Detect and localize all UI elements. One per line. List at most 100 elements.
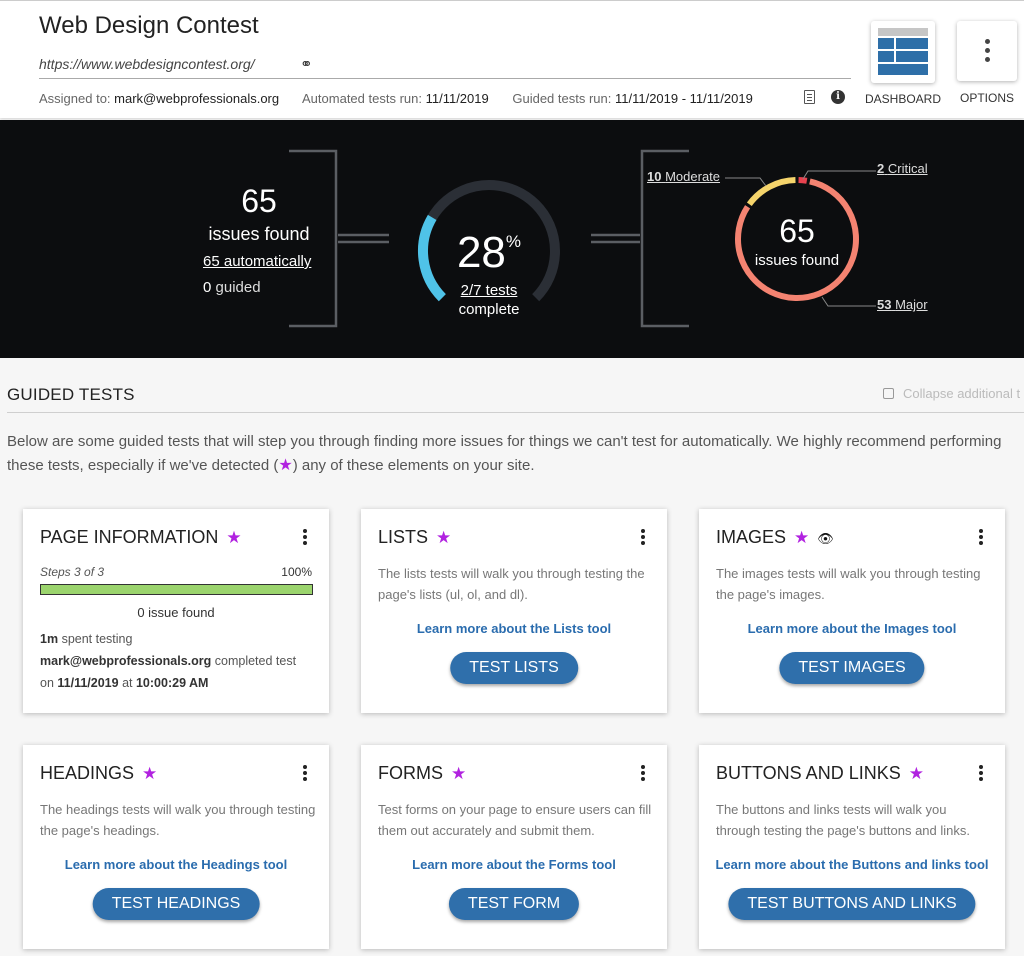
guided-label: Guided tests run: [512,91,612,106]
critical-leader [802,170,876,180]
progress-bar [40,584,313,595]
automated-label: Automated tests run: [302,91,422,106]
steps-label: Steps 3 of 3 [40,565,105,579]
moderate-link[interactable]: 10 Moderate [647,169,720,184]
issues-count: 65 [241,183,277,219]
star-icon: ★ [908,764,924,783]
test-headings-button[interactable]: TEST HEADINGS [92,888,260,920]
card-title: PAGE INFORMATION ★ [40,527,242,548]
progress-fill [41,585,312,594]
guided-value: 11/11/2019 - 11/11/2019 [614,91,753,106]
learn-more-lists-link[interactable]: Learn more about the Lists tool [361,621,667,636]
site-title: Web Design Contest [39,12,259,39]
dashboard-button[interactable] [871,21,935,83]
star-icon: ★ [142,764,158,783]
moderate-leader [725,177,767,187]
completed-label: completed test [214,654,297,668]
critical-link[interactable]: 2 Critical [877,161,928,176]
guided-issues: 0 guided [203,279,261,296]
checkbox-icon[interactable] [883,388,894,399]
more-vertical-icon[interactable] [303,765,307,769]
more-vertical-icon[interactable] [641,529,645,533]
major-count: 53 [877,297,892,312]
page-header: Web Design Contest https://www.webdesign… [0,0,1024,118]
more-vertical-icon[interactable] [979,529,983,533]
document-icon[interactable] [804,90,815,104]
more-vertical-icon[interactable] [641,765,645,769]
learn-more-headings-link[interactable]: Learn more about the Headings tool [23,857,329,872]
issue-count: 0 issue found [137,605,215,620]
guided-tests-description: Below are some guided tests that will st… [7,430,1019,478]
more-vertical-icon[interactable] [303,529,307,533]
star-icon: ★ [278,457,293,474]
learn-more-buttons-links-link[interactable]: Learn more about the Buttons and links t… [699,857,1005,872]
card-title-text: HEADINGS [40,763,135,783]
info-icon[interactable]: i [831,90,845,104]
test-buttons-links-button[interactable]: TEST BUTTONS AND LINKS [728,888,976,920]
summary-panel: 65 issues found 65 automatically 0 guide… [0,120,1024,358]
progress-percent: 28% [429,228,549,278]
time-label: spent testing [61,632,133,646]
eye-icon: 👁 [817,531,834,546]
card-title-text: IMAGES [716,527,787,547]
options-label[interactable]: OPTIONS [950,91,1024,105]
on-label: on [40,676,54,690]
automated-value: 11/11/2019 [425,91,489,106]
critical-segment [798,177,808,184]
card-title-text: BUTTONS AND LINKS [716,763,901,783]
donut-issue-label: issues found [754,252,840,269]
card-images: IMAGES ★ 👁 The images tests will walk you … [699,509,1005,713]
assigned-value: mark@webprofessionals.org [114,91,280,106]
automatic-issues-link[interactable]: 65 automatically [203,253,311,270]
card-title-text: LISTS [378,527,429,547]
major-label: Major [895,297,928,312]
star-icon: ★ [436,528,452,547]
test-form-button[interactable]: TEST FORM [448,888,580,920]
description-end: ) any of these elements on your site. [292,457,535,474]
dashboard-label[interactable]: DASHBOARD [862,92,944,106]
moderate-label: Moderate [665,169,721,184]
url-field[interactable]: https://www.webdesigncontest.org/ ⚭ [39,51,851,79]
card-description: The headings tests will walk you through… [40,802,316,838]
tests-complete-link[interactable]: 2/7 tests [461,282,518,299]
card-description: Test forms on your page to ensure users … [378,802,652,838]
test-lists-button[interactable]: TEST LISTS [450,652,578,684]
progress-percent: 100% [281,565,312,579]
collapse-checkbox[interactable]: Collapse additional t [883,386,1020,401]
learn-more-images-link[interactable]: Learn more about the Images tool [699,621,1005,636]
card-headings: HEADINGS ★ The headings tests will walk y… [23,745,329,949]
card-title: LISTS ★ [378,527,451,548]
more-vertical-icon [985,39,990,44]
section-divider [7,412,1024,413]
card-title: HEADINGS ★ [40,763,157,784]
collapse-label[interactable]: Collapse additional t [903,386,1020,401]
major-link[interactable]: 53 Major [877,297,928,312]
card-title-text: PAGE INFORMATION [40,527,219,547]
tests-link-wrap: 2/7 tests [429,282,549,299]
card-buttons-and-links: BUTTONS AND LINKS ★ The buttons and links… [699,745,1005,949]
link-icon[interactable]: ⚭ [300,55,313,73]
guided-issues-label: guided [215,279,261,296]
progress-unit: % [505,232,522,251]
at-label: at [122,676,133,690]
card-forms: FORMS ★ Test forms on your page to ensure… [361,745,667,949]
card-description: The buttons and links tests will walk yo… [716,802,970,838]
card-title-text: FORMS [378,763,443,783]
tests-complete-label: complete [458,301,520,318]
critical-count: 2 [877,161,885,176]
learn-more-forms-link[interactable]: Learn more about the Forms tool [361,857,667,872]
site-url[interactable]: https://www.webdesigncontest.org/ [39,56,255,72]
guided-tests-heading: GUIDED TESTS [7,385,135,404]
run-meta: Assigned to: mark@webprofessionals.org A… [39,91,753,106]
major-leader [821,296,876,307]
progress-value: 28 [456,228,506,277]
dashboard-icon [878,28,928,76]
options-button[interactable] [957,21,1017,81]
test-images-button[interactable]: TEST IMAGES [779,652,925,684]
more-vertical-icon[interactable] [979,765,983,769]
guided-count: 0 [203,279,212,296]
moderate-count: 10 [647,169,662,184]
card-title: FORMS ★ [378,763,466,784]
issues-label: issues found [208,224,310,244]
tester-email: mark@webprofessionals.org [40,654,212,668]
